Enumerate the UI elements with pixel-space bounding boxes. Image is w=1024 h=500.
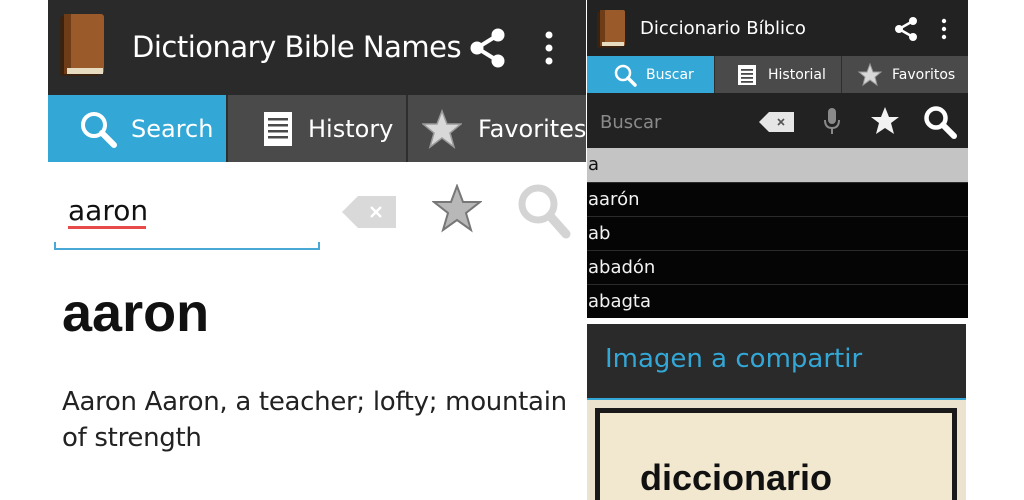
action-bar: Diccionario Bíblico	[587, 0, 968, 56]
clear-text-icon[interactable]	[342, 194, 398, 230]
star-icon	[422, 109, 462, 149]
tab-historial-label: Historial	[768, 67, 826, 83]
suggestion-list: a aarón ab abadón abagta	[587, 148, 968, 318]
tab-buscar-label: Buscar	[646, 67, 694, 83]
suggestion-item[interactable]: a	[587, 148, 968, 182]
favorite-star-icon[interactable]	[432, 184, 482, 234]
list-icon	[264, 112, 292, 146]
spanish-app-screen: Diccionario Bíblico Buscar Historial Fav…	[587, 0, 968, 500]
preview-frame: diccionario	[595, 408, 957, 500]
share-icon[interactable]	[893, 16, 919, 42]
tab-favorites-label: Favorites	[478, 115, 586, 143]
book-icon	[597, 10, 625, 48]
action-bar: Dictionary Bible Names	[48, 0, 586, 95]
suggestion-item[interactable]: abagta	[587, 284, 968, 318]
english-app-screen: Dictionary Bible Names Search History Fa…	[48, 0, 586, 500]
tab-history[interactable]: History	[228, 95, 406, 162]
search-bar: Buscar	[587, 93, 968, 148]
result-definition: Aaron Aaron, a teacher; lofty; mountain …	[62, 387, 567, 453]
tab-bar: Search History Favorites	[48, 95, 586, 162]
tab-favoritos[interactable]: Favoritos	[842, 56, 968, 93]
list-icon	[738, 65, 756, 85]
overflow-menu-icon[interactable]	[940, 18, 948, 40]
tab-search-label: Search	[131, 115, 214, 143]
share-dialog-header: Imagen a compartir	[587, 324, 966, 398]
tab-historial[interactable]: Historial	[715, 56, 841, 93]
tab-favoritos-label: Favoritos	[892, 67, 956, 83]
search-icon	[81, 112, 117, 148]
microphone-icon[interactable]	[823, 107, 841, 135]
dialog-title: Imagen a compartir	[605, 344, 863, 374]
tab-search[interactable]: Search	[48, 95, 226, 162]
search-icon[interactable]	[923, 105, 957, 139]
suggestion-item[interactable]: abadón	[587, 250, 968, 284]
tab-favorites[interactable]: Favorites	[408, 95, 586, 162]
search-input-underline	[54, 248, 320, 250]
app-title: Dictionary Bible Names	[132, 30, 462, 64]
app-title: Diccionario Bíblico	[640, 18, 806, 39]
clear-text-icon[interactable]	[759, 111, 795, 133]
overflow-menu-icon[interactable]	[542, 30, 556, 66]
preview-word: diccionario	[640, 457, 833, 498]
result-word: aaron	[62, 283, 210, 343]
star-icon	[858, 63, 882, 87]
search-icon	[614, 64, 637, 87]
book-icon	[60, 14, 104, 76]
tab-history-label: History	[308, 115, 394, 143]
favorite-star-icon[interactable]	[870, 106, 900, 136]
search-input-underline	[54, 242, 56, 250]
tab-buscar[interactable]: Buscar	[587, 56, 714, 93]
search-icon[interactable]	[516, 182, 572, 240]
suggestion-item[interactable]: aarón	[587, 182, 968, 216]
search-input[interactable]: aaron	[68, 194, 148, 227]
search-input-underline	[318, 242, 320, 250]
share-image-preview: diccionario	[587, 400, 966, 500]
share-icon[interactable]	[468, 27, 508, 69]
screenshot-collage: Dictionary Bible Names Search History Fa…	[0, 0, 1024, 500]
tab-bar: Buscar Historial Favoritos	[587, 56, 968, 93]
suggestion-item[interactable]: ab	[587, 216, 968, 250]
spellcheck-underline	[68, 226, 146, 229]
search-input[interactable]: Buscar	[600, 112, 661, 133]
